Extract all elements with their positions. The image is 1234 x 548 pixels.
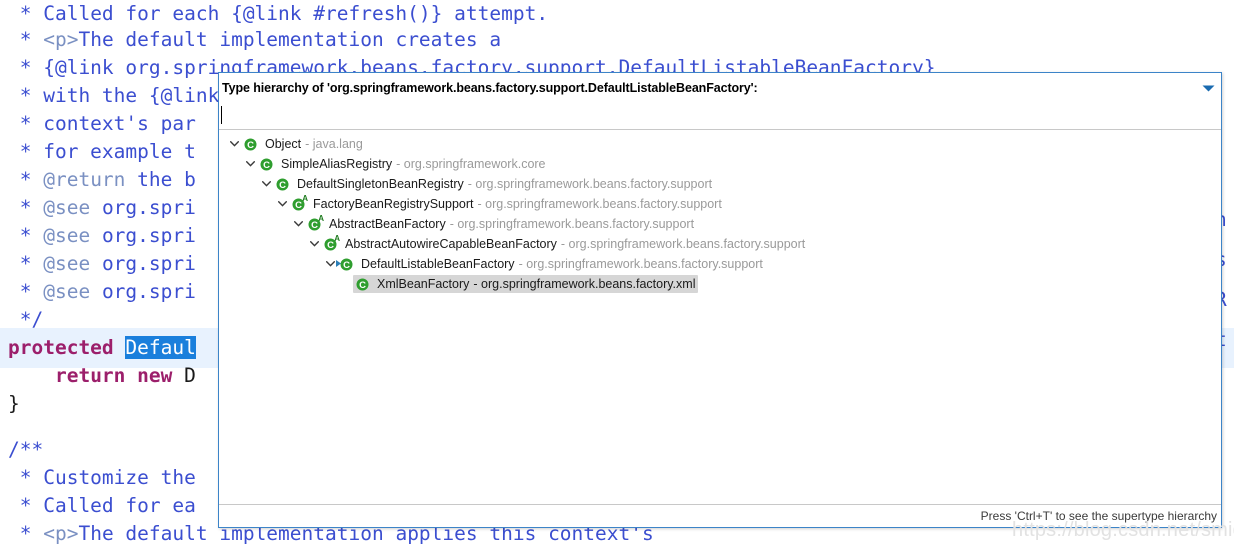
abstract-marker: A [334,234,340,243]
tree-row-content[interactable]: C A FactoryBeanRegistrySupport - org.spring… [289,195,725,213]
type-hierarchy-tree[interactable]: C Object - java.lang C SimpleAliasRegistry - … [219,130,1221,504]
type-name: FactoryBeanRegistrySupport [313,197,474,211]
tree-row-content[interactable]: C A AbstractBeanFactory - org.springframewo… [305,215,697,233]
java-abstract-class-icon: CA [322,234,340,252]
abstract-marker: A [302,194,308,203]
code-line: return new D [8,356,196,396]
filter-row[interactable] [219,103,1221,130]
type-name: XmlBeanFactory [377,277,470,291]
code-token: return new [54,364,173,387]
java-class-focus-icon: C [336,256,355,272]
package-name: - org.springframework.beans.factory.supp… [560,237,806,251]
tree-row[interactable]: C A AbstractAutowireCapableBeanFactory - or… [219,234,1221,254]
svg-text:C: C [311,219,318,230]
type-hierarchy-popup: Type hierarchy of 'org.springframework.b… [218,72,1222,528]
tree-row[interactable]: C DefaultListableBeanFactory - org.springf… [219,254,1221,274]
status-hint-text: Press 'Ctrl+T' to see the supertype hier… [980,509,1217,523]
type-name: AbstractAutowireCapableBeanFactory [345,237,557,251]
tree-row-content[interactable]: C A AbstractAutowireCapableBeanFactory - or… [321,235,808,253]
type-name: DefaultSingletonBeanRegistry [297,177,464,191]
tree-row-content[interactable]: C Object - java.lang [241,135,366,153]
chevron-down-icon[interactable] [227,137,241,151]
package-name: - org.springframework.beans.factory.xml [473,277,696,291]
svg-text:C: C [343,259,350,270]
chevron-down-icon[interactable] [259,177,273,191]
popup-status-bar: Press 'Ctrl+T' to see the supertype hier… [219,504,1221,527]
package-name: - org.springframework.beans.factory.supp… [449,217,695,231]
screen-root: * Called for each {@link #refresh()} att… [0,0,1234,548]
svg-text:C: C [359,279,366,290]
text-caret [221,106,222,124]
svg-text:C: C [295,199,302,210]
type-name: Object [265,137,302,151]
tree-row-content[interactable]: C DefaultSingletonBeanRegistry - org.sprin… [273,175,715,193]
tree-row-content[interactable]: C SimpleAliasRegistry - org.springframewor… [257,155,549,173]
package-name: - java.lang [305,137,363,151]
type-name: AbstractBeanFactory [329,217,446,231]
tree-row[interactable]: C Object - java.lang [219,134,1221,154]
package-name: - org.springframework.beans.factory.supp… [467,177,713,191]
chevron-down-icon[interactable] [275,197,289,211]
tree-row[interactable]: C XmlBeanFactory - org.springframework.bea… [219,274,1221,294]
java-class-icon: C [274,176,291,192]
chevron-down-icon[interactable] [291,217,305,231]
chevron-down-icon[interactable] [323,257,337,271]
code-token: org.spri [90,280,196,303]
svg-text:C: C [279,179,286,190]
code-token: <p> [43,522,79,545]
code-token: @see [43,280,91,303]
chevron-down-icon[interactable] [243,157,257,171]
tree-row-content[interactable]: C DefaultListableBeanFactory - org.springf… [336,255,766,273]
tree-row[interactable]: C SimpleAliasRegistry - org.springframewor… [219,154,1221,174]
filter-input[interactable] [223,105,823,126]
package-name: - org.springframework.beans.factory.supp… [518,257,763,271]
svg-text:C: C [247,139,254,150]
type-name: DefaultListableBeanFactory [361,257,515,271]
type-name: SimpleAliasRegistry [281,157,393,171]
edge-char [1215,0,1234,40]
code-line: } [8,384,20,424]
tree-row-content[interactable]: C XmlBeanFactory - org.springframework.bea… [353,275,699,293]
svg-text:C: C [327,239,334,250]
code-token: D [172,364,196,387]
chevron-down-icon[interactable] [307,237,321,251]
package-name: - org.springframework.core [396,157,546,171]
popup-header: Type hierarchy of 'org.springframework.b… [219,73,1221,103]
java-abstract-class-icon: CA [290,194,308,212]
java-class-icon: C [258,156,275,172]
code-token: } [8,392,20,415]
abstract-marker: A [318,214,324,223]
svg-text:C: C [263,159,270,170]
code-token: * [8,522,44,545]
tree-row[interactable]: C A AbstractBeanFactory - org.springframewo… [219,214,1221,234]
java-abstract-class-icon: CA [306,214,324,232]
package-name: - org.springframework.beans.factory.supp… [477,197,722,211]
tree-row[interactable]: C A FactoryBeanRegistrySupport - org.spring… [219,194,1221,214]
java-class-icon: C [354,276,371,292]
chevron-down-icon[interactable] [1199,79,1217,97]
java-class-icon: C [242,136,259,152]
popup-title: Type hierarchy of 'org.springframework.b… [222,81,758,95]
tree-row[interactable]: C DefaultSingletonBeanRegistry - org.sprin… [219,174,1221,194]
